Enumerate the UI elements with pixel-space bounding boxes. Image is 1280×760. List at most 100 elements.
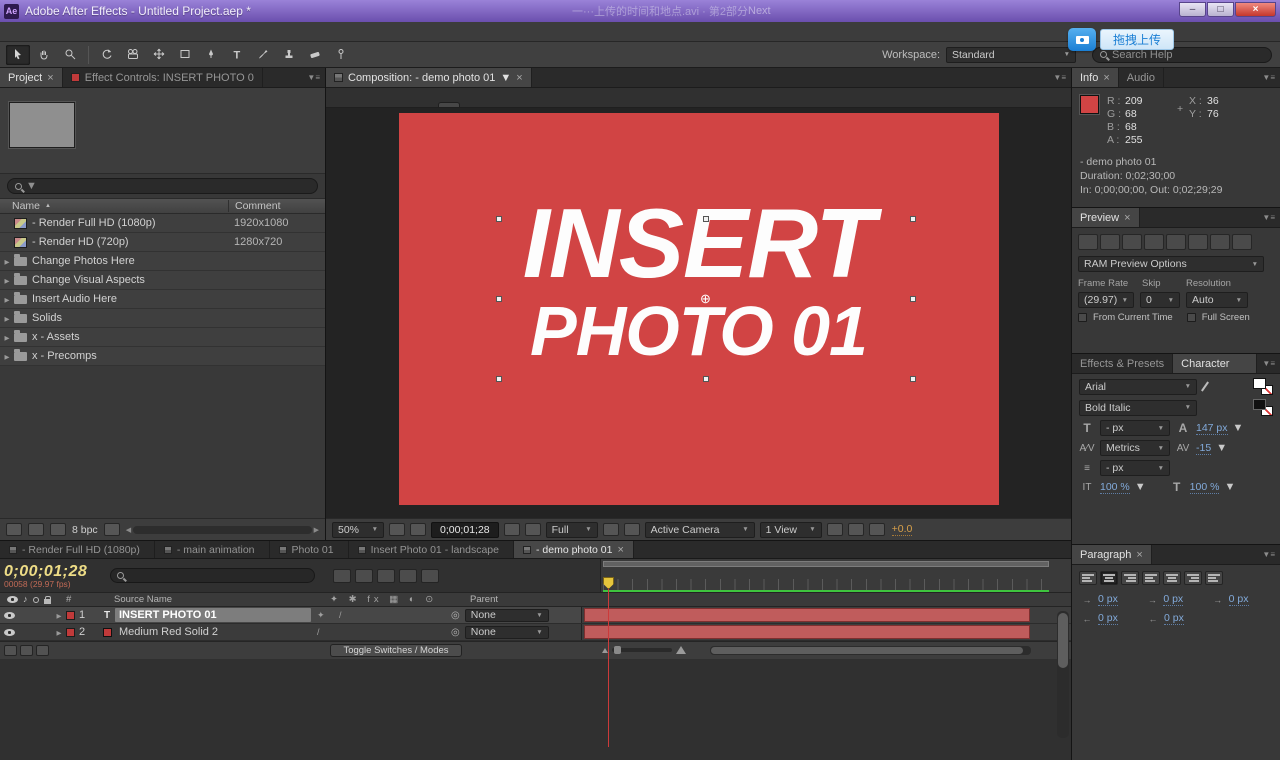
horizontal-scrollbar[interactable] [133,526,312,534]
camera-view-select[interactable]: Active Camera ▼ [645,522,755,538]
fill-stroke-swatches[interactable] [1253,378,1273,395]
panel-menu-icon[interactable]: ▼≡ [1048,68,1071,87]
layer-switches[interactable]: / [311,627,451,637]
layer-visibility-toggle[interactable] [4,629,15,636]
snapshot-icon[interactable] [504,523,520,536]
tab-project[interactable]: Project × [0,68,63,87]
selection-handle[interactable] [496,216,502,222]
timeline-tab[interactable]: - main animation [155,541,270,558]
zoom-tool[interactable] [58,45,82,65]
stroke-options-swatches[interactable] [1253,399,1273,416]
layer-track[interactable] [581,624,1071,640]
font-family-select[interactable]: Arial ▼ [1079,379,1197,395]
vertical-scale-value[interactable]: 100 % [1100,481,1130,494]
composition-viewport[interactable]: INSERT PHOTO 01 ⊕ [326,108,1071,518]
pickwhip-icon[interactable]: ◎ [451,610,460,621]
project-item[interactable]: - Render HD (720p) 1280x720 [0,233,325,252]
draft-3d-icon[interactable] [355,569,373,583]
timeline-vertical-scrollbar[interactable] [1057,611,1069,738]
tab-audio[interactable]: Audio [1119,68,1164,87]
folder-expand-icon[interactable] [0,274,14,286]
timeline-search-input[interactable] [110,568,315,583]
timeline-tab[interactable]: Photo 01 [270,541,349,558]
toggle-switches-modes-button[interactable]: Toggle Switches / Modes [330,644,462,657]
breadcrumb-item[interactable] [350,103,370,107]
trash-icon[interactable] [104,523,120,536]
next-frame-button[interactable] [1144,234,1164,250]
close-icon[interactable]: × [617,544,623,556]
anchor-point-icon[interactable]: ⊕ [700,291,711,307]
brush-tool[interactable] [251,45,275,65]
kerning-select[interactable]: Metrics ▼ [1100,440,1170,456]
full-screen-checkbox[interactable] [1187,313,1196,322]
tab-effects-presets[interactable]: Effects & Presets [1072,354,1173,373]
breadcrumb-item[interactable] [416,103,436,107]
project-item[interactable]: Insert Audio Here [0,290,325,309]
eyedropper-icon[interactable] [1202,380,1212,394]
layer-expand-arrow[interactable] [52,609,66,621]
drag-upload-button[interactable]: 拖拽上传 [1100,29,1174,50]
horizontal-scale-value[interactable]: 100 % [1190,481,1220,494]
motion-blur-icon[interactable] [421,569,439,583]
tab-character[interactable]: Character [1173,354,1257,373]
breadcrumb-item[interactable] [438,102,460,107]
close-icon[interactable]: × [1124,212,1130,224]
justify-last-center-button[interactable] [1163,571,1181,585]
timeline-button-icon[interactable] [869,523,885,536]
folder-expand-icon[interactable] [0,236,14,248]
indent-field[interactable]: → 0 px [1080,593,1141,606]
fast-preview-icon[interactable] [848,523,864,536]
font-size-select[interactable]: - px ▼ [1100,420,1170,436]
camera-tool[interactable] [121,45,145,65]
folder-expand-icon[interactable] [0,217,14,229]
timeline-tab[interactable]: Insert Photo 01 - landscape [349,541,514,558]
panel-menu-icon[interactable]: ▼≡ [1257,545,1280,564]
breadcrumb-item[interactable] [372,103,392,107]
current-time-field[interactable]: 0;00;01;28 [431,522,499,538]
mask-shape-tool[interactable] [173,45,197,65]
pen-tool[interactable] [199,45,223,65]
rotation-tool[interactable] [95,45,119,65]
resolution-preview-select[interactable]: Auto ▼ [1186,292,1248,308]
tab-effect-controls[interactable]: Effect Controls: INSERT PHOTO 0 [63,68,263,87]
clone-stamp-tool[interactable] [277,45,301,65]
selection-handle[interactable] [703,216,709,222]
folder-expand-icon[interactable] [0,331,14,343]
project-item[interactable]: x - Assets [0,328,325,347]
project-item[interactable]: x - Precomps [0,347,325,366]
audio-button[interactable] [1188,234,1208,250]
tracking-value[interactable]: -15 [1196,442,1211,455]
from-current-time-checkbox[interactable] [1078,313,1087,322]
scroll-left-arrow[interactable]: ◀ [126,526,131,534]
justify-last-right-button[interactable] [1184,571,1202,585]
layer-color-swatch[interactable] [66,611,75,620]
scroll-right-arrow[interactable]: ▶ [314,526,319,534]
layer-duration-bar[interactable] [584,608,1030,622]
spacing-field[interactable]: ← 0 px [1146,612,1208,625]
new-folder-icon[interactable] [28,523,44,536]
project-item[interactable]: Change Visual Aspects [0,271,325,290]
project-item[interactable]: Change Photos Here [0,252,325,271]
folder-expand-icon[interactable] [0,350,14,362]
close-icon[interactable]: × [1136,549,1142,561]
zoom-slider-thumb[interactable] [614,646,621,654]
panel-menu-icon[interactable]: ▼≡ [1257,354,1280,373]
expand-render-pane-icon[interactable] [36,645,49,656]
folder-expand-icon[interactable] [0,255,14,267]
stroke-fill-swatch[interactable] [1253,399,1266,410]
zoom-in-icon[interactable] [676,646,686,654]
hide-shy-layers-icon[interactable] [377,569,395,583]
breadcrumb-item[interactable] [394,103,414,107]
layer-name[interactable]: INSERT PHOTO 01 [115,608,311,622]
magnification-select[interactable]: 50% ▼ [332,522,384,538]
play-button[interactable] [1122,234,1142,250]
skip-select[interactable]: 0 ▼ [1140,292,1180,308]
selection-tool[interactable] [6,45,30,65]
layer-track[interactable] [581,607,1071,623]
source-name-column[interactable]: Source Name [114,594,330,605]
last-frame-button[interactable] [1166,234,1186,250]
exposure-value[interactable]: +0.0 [892,523,913,536]
bit-depth-button[interactable]: 8 bpc [72,524,98,536]
timeline-zoom-slider[interactable] [602,646,686,654]
align-center-button[interactable] [1100,571,1118,585]
